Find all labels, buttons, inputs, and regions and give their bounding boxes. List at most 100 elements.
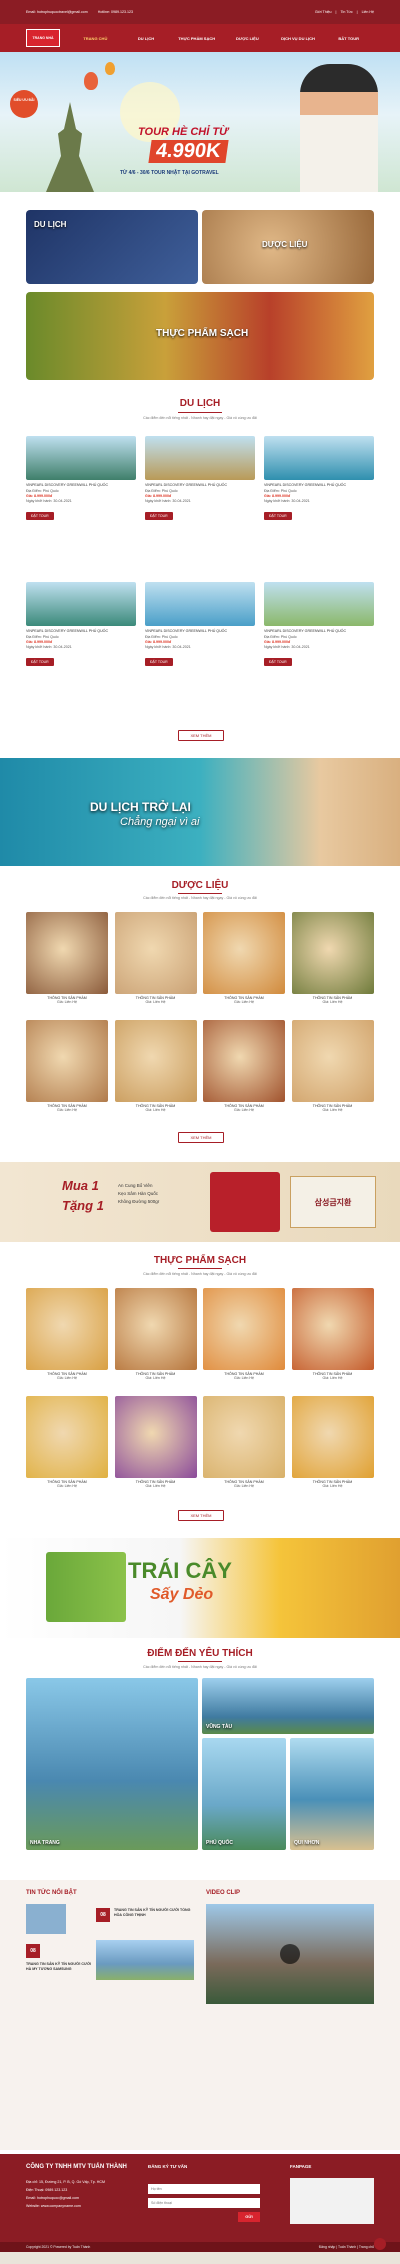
product-image[interactable] xyxy=(291,912,374,994)
category-du-lich[interactable]: DU LỊCH xyxy=(26,210,198,284)
product-image[interactable] xyxy=(291,1288,374,1370)
site-logo[interactable]: TRANG NHÀ xyxy=(26,29,60,47)
book-tour-button[interactable]: ĐẶT TOUR xyxy=(145,512,173,520)
product-image[interactable] xyxy=(203,1288,285,1370)
play-icon[interactable] xyxy=(280,1944,300,1964)
nav-item-home[interactable]: TRANG CHỦ xyxy=(70,36,121,41)
product-image[interactable] xyxy=(291,1396,374,1478)
product-price: Giá: Liên Hệ xyxy=(322,1484,343,1488)
book-tour-button[interactable]: ĐẶT TOUR xyxy=(264,512,292,520)
news-item-title[interactable]: TRANG TIN SẢN KỸ TÍN NGƯỜI CƯỚI TỔNG HÒA… xyxy=(114,1908,194,1918)
video-player[interactable] xyxy=(206,1904,374,2004)
copy-link[interactable]: Tuấn Thành xyxy=(338,2245,356,2249)
destination-phu-quoc[interactable]: PHÚ QUỐC xyxy=(202,1738,286,1850)
product-card[interactable]: THÔNG TIN SẢN PHẨM Giá: Liên Hệ xyxy=(203,1288,285,1380)
map-embed[interactable] xyxy=(0,2252,400,2264)
tour-name[interactable]: VINPEARL DISCOVERY GREENWILL PHÚ QUỐC xyxy=(26,629,136,633)
promo-ginseng-banner[interactable]: Mua 1 Tặng 1 An Cung Bổ Viên Kẹo Sâm Hàn… xyxy=(0,1162,400,1242)
nav-item-duoc-lieu[interactable]: DƯỢC LIỆU xyxy=(222,36,273,41)
copy-link[interactable]: Trang chủ xyxy=(359,2245,374,2249)
chat-icon[interactable] xyxy=(374,2238,386,2250)
product-card[interactable]: THÔNG TIN SẢN PHẨM Giá: Liên Hệ xyxy=(114,912,197,1004)
fanpage-widget[interactable] xyxy=(290,2178,374,2224)
product-card[interactable]: THÔNG TIN SẢN PHẨM Giá: Liên Hệ xyxy=(291,1288,374,1380)
travel-banner[interactable]: DU LỊCH TRỞ LẠI Chẳng ngại vì ai xyxy=(0,758,400,866)
tour-card[interactable]: VINPEARL DISCOVERY GREENWILL PHÚ QUỐC Địa… xyxy=(145,436,255,522)
product-card[interactable]: THÔNG TIN SẢN PHẨM Giá: Liên Hệ xyxy=(203,1020,285,1112)
product-card[interactable]: THÔNG TIN SẢN PHẨM Giá: Liên Hệ xyxy=(26,1020,108,1112)
category-thuc-pham[interactable]: THỰC PHẨM SẠCH xyxy=(26,292,374,380)
tour-card[interactable]: VINPEARL DISCOVERY GREENWILL PHÚ QUỐC Địa… xyxy=(264,582,374,668)
destination-nha-trang[interactable]: NHA TRANG xyxy=(26,1678,198,1850)
destination-qui-nhon[interactable]: QUI NHƠN xyxy=(290,1738,374,1850)
tour-name[interactable]: VINPEARL DISCOVERY GREENWILL PHÚ QUỐC xyxy=(145,483,255,487)
product-image[interactable] xyxy=(203,1396,285,1478)
nav-item-dich-vu[interactable]: DỊCH VỤ DU LỊCH xyxy=(273,36,324,41)
news-thumb[interactable] xyxy=(26,1904,66,1934)
product-card[interactable]: THÔNG TIN SẢN PHẨM Giá: Liên Hệ xyxy=(26,1288,108,1380)
product-image[interactable] xyxy=(26,1020,108,1102)
tour-image[interactable] xyxy=(264,436,374,480)
tour-card[interactable]: VINPEARL DISCOVERY GREENWILL PHÚ QUỐC Địa… xyxy=(145,582,255,668)
consult-send-button[interactable]: GỬI xyxy=(238,2212,260,2222)
top-link-gioi-thieu[interactable]: Giới Thiệu xyxy=(315,10,332,14)
tour-image[interactable] xyxy=(264,582,374,626)
destination-vung-tau[interactable]: VŨNG TÀU xyxy=(202,1678,374,1734)
copy-link[interactable]: Đăng nhập xyxy=(319,2245,336,2249)
news-item-title[interactable]: TRANG TIN SẢN KỸ TÍN NGƯỜI CƯỚI HÀ MY TƯ… xyxy=(26,1962,92,1972)
more-duoc-lieu-button[interactable]: XEM THÊM xyxy=(178,1132,224,1143)
tour-info: Địa Điểm: Phú Quốc Giá: 8.999.000đ Ngày kh… xyxy=(264,635,374,650)
nav-item-dat-tour[interactable]: BẤT TOUR xyxy=(323,36,374,41)
product-image[interactable] xyxy=(114,1396,197,1478)
product-image[interactable] xyxy=(26,1288,108,1370)
hero-price: 4.990K xyxy=(148,140,229,163)
tour-image[interactable] xyxy=(26,436,136,480)
tour-card[interactable]: VINPEARL DISCOVERY GREENWILL PHÚ QUỐC Địa… xyxy=(264,436,374,522)
product-image[interactable] xyxy=(26,1396,108,1478)
category-duoc-lieu[interactable]: DƯỢC LIỆU xyxy=(202,210,374,284)
top-link-tin-tuc[interactable]: Tin Tức xyxy=(340,10,352,14)
tour-card[interactable]: VINPEARL DISCOVERY GREENWILL PHÚ QUỐC Địa… xyxy=(26,436,136,522)
nav-item-thuc-pham[interactable]: THỰC PHẨM SẠCH xyxy=(171,36,222,41)
book-tour-button[interactable]: ĐẶT TOUR xyxy=(264,658,292,666)
product-card[interactable]: THÔNG TIN SẢN PHẨM Giá: Liên Hệ xyxy=(203,1396,285,1488)
tour-image[interactable] xyxy=(26,582,136,626)
product-image[interactable] xyxy=(114,1020,197,1102)
consult-phone-input[interactable] xyxy=(148,2198,260,2208)
dried-fruit-banner[interactable]: TRÁI CÂY Sấy Dẻo xyxy=(0,1538,400,1638)
product-image[interactable] xyxy=(114,1288,197,1370)
more-tours-button[interactable]: XEM THÊM xyxy=(178,730,224,741)
tour-name[interactable]: VINPEARL DISCOVERY GREENWILL PHÚ QUỐC xyxy=(264,483,374,487)
product-card[interactable]: THÔNG TIN SẢN PHẨM Giá: Liên Hệ xyxy=(26,912,108,1004)
nav-item-du-lich[interactable]: DU LỊCH xyxy=(121,36,172,41)
product-card[interactable]: THÔNG TIN SẢN PHẨM Giá: Liên Hệ xyxy=(114,1396,197,1488)
more-thuc-pham-button[interactable]: XEM THÊM xyxy=(178,1510,224,1521)
book-tour-button[interactable]: ĐẶT TOUR xyxy=(26,658,54,666)
consult-name-input[interactable] xyxy=(148,2184,260,2194)
book-tour-button[interactable]: ĐẶT TOUR xyxy=(26,512,54,520)
tour-name[interactable]: VINPEARL DISCOVERY GREENWILL PHÚ QUỐC xyxy=(26,483,136,487)
book-tour-button[interactable]: ĐẶT TOUR xyxy=(145,658,173,666)
product-card[interactable]: THÔNG TIN SẢN PHẨM Giá: Liên Hệ xyxy=(291,1020,374,1112)
tour-name[interactable]: VINPEARL DISCOVERY GREENWILL PHÚ QUỐC xyxy=(264,629,374,633)
section-title-thuc-pham: THỰC PHẨM SẠCH xyxy=(153,1255,247,1266)
product-image[interactable] xyxy=(26,912,108,994)
product-image[interactable] xyxy=(114,912,197,994)
tour-image[interactable] xyxy=(145,582,255,626)
product-card[interactable]: THÔNG TIN SẢN PHẨM Giá: Liên Hệ xyxy=(26,1396,108,1488)
hero-banner[interactable]: SIÊU ƯU ĐÃI TOUR HÈ CHỈ TỪ 4.990K TỪ 4/6… xyxy=(0,52,400,192)
tour-name[interactable]: VINPEARL DISCOVERY GREENWILL PHÚ QUỐC xyxy=(145,629,255,633)
news-image[interactable] xyxy=(96,1940,194,1980)
product-card[interactable]: THÔNG TIN SẢN PHẨM Giá: Liên Hệ xyxy=(291,1396,374,1488)
product-card[interactable]: THÔNG TIN SẢN PHẨM Giá: Liên Hệ xyxy=(114,1288,197,1380)
product-card[interactable]: THÔNG TIN SẢN PHẨM Giá: Liên Hệ xyxy=(203,912,285,1004)
tour-card[interactable]: VINPEARL DISCOVERY GREENWILL PHÚ QUỐC Địa… xyxy=(26,582,136,668)
product-image[interactable] xyxy=(291,1020,374,1102)
product-image[interactable] xyxy=(203,1020,285,1102)
product-image[interactable] xyxy=(203,912,285,994)
section-subtitle: Các điểm đến nổi tiếng nhất - Nhanh hay … xyxy=(143,1665,257,1669)
product-card[interactable]: THÔNG TIN SẢN PHẨM Giá: Liên Hệ xyxy=(291,912,374,1004)
tour-image[interactable] xyxy=(145,436,255,480)
top-link-lien-he[interactable]: Liên Hệ xyxy=(362,10,374,14)
product-card[interactable]: THÔNG TIN SẢN PHẨM Giá: Liên Hệ xyxy=(114,1020,197,1112)
